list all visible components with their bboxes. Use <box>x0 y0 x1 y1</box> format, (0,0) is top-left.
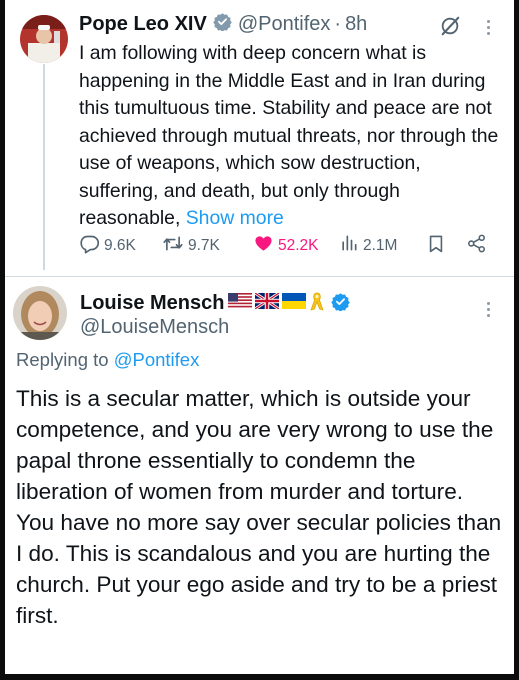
reply-body: This is a secular matter, which is outsi… <box>16 386 502 628</box>
screen-border-left <box>0 0 5 680</box>
action-bar: 9.6K 9.7K 52.2K 2.1M <box>79 233 499 259</box>
repost-count: 9.7K <box>188 237 220 254</box>
verified-badge-icon <box>331 292 351 316</box>
show-more-link[interactable]: Show more <box>186 207 284 229</box>
screen-border-right <box>514 0 519 680</box>
replying-mention-link[interactable]: @Pontifex <box>114 349 200 370</box>
replying-prefix: Replying to <box>16 349 114 370</box>
name-emojis <box>228 291 325 316</box>
screen-border-bottom <box>0 674 519 680</box>
us-flag-icon <box>228 293 253 314</box>
views-button[interactable]: 2.1M <box>339 233 397 258</box>
ukraine-flag-icon <box>282 293 307 314</box>
grok-icon[interactable] <box>439 15 461 42</box>
author-name[interactable]: Louise Mensch <box>80 292 224 315</box>
avatar-pope[interactable] <box>20 15 68 63</box>
tweet-body: I am following with deep concern what is… <box>79 42 499 229</box>
uk-flag-icon <box>254 291 281 314</box>
like-icon <box>253 233 278 258</box>
reply-header: Louise Mensch <box>80 291 356 316</box>
share-icon[interactable] <box>466 233 491 254</box>
separator-dot: · <box>334 12 342 35</box>
replying-to: Replying to @Pontifex <box>16 349 199 371</box>
views-icon <box>339 233 363 258</box>
tweet-text: I am following with deep concern what is… <box>79 40 499 233</box>
author-name[interactable]: Pope Leo XIV <box>79 13 207 36</box>
reply-button[interactable]: 9.6K <box>79 233 136 259</box>
timestamp[interactable]: 8h <box>345 13 367 36</box>
bookmark-icon[interactable] <box>426 233 450 254</box>
like-button[interactable]: 52.2K <box>253 233 319 258</box>
repost-button[interactable]: 9.7K <box>162 233 220 259</box>
views-count: 2.1M <box>363 236 398 254</box>
verified-badge-icon <box>213 12 232 36</box>
avatar-mensch[interactable] <box>13 286 67 340</box>
author-handle[interactable]: @LouiseMensch <box>80 316 229 339</box>
author-handle[interactable]: @Pontifex <box>238 13 331 36</box>
yellow-ribbon-icon <box>309 291 325 316</box>
thread-line <box>43 64 45 270</box>
tweet-divider <box>5 276 514 277</box>
reply-icon <box>79 233 104 259</box>
more-icon[interactable] <box>487 20 490 35</box>
more-icon[interactable] <box>487 302 490 317</box>
tweet-header: Pope Leo XIV @Pontifex · 8h <box>79 12 367 36</box>
repost-icon <box>162 233 188 259</box>
reply-count: 9.6K <box>104 237 136 254</box>
like-count: 52.2K <box>278 236 319 254</box>
